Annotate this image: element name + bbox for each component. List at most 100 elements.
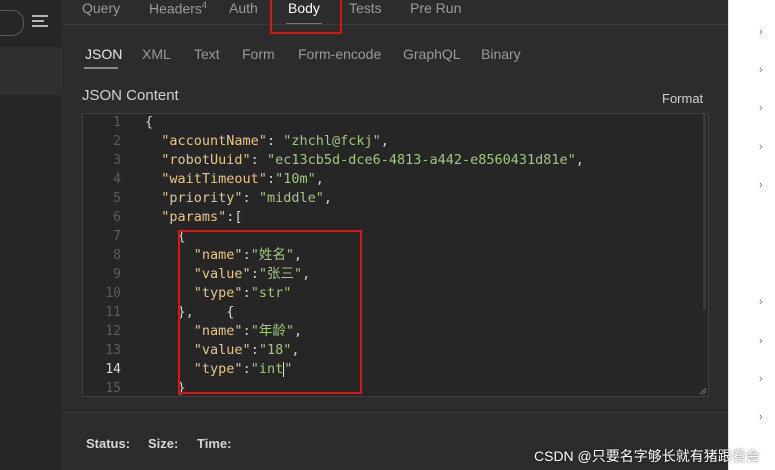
tabs-divider	[62, 24, 728, 25]
json-key: "accountName"	[161, 133, 267, 149]
json-value: "	[284, 361, 293, 377]
json-key: "value"	[193, 342, 251, 358]
json-punct: {	[145, 228, 186, 244]
json-key: "type"	[193, 285, 243, 301]
json-punct: ,	[291, 342, 300, 358]
chevron-right-icon[interactable]: ›	[759, 296, 763, 308]
json-punct	[145, 361, 194, 377]
chevron-right-icon[interactable]: ›	[759, 335, 763, 347]
json-value: "zhchl@fckj"	[283, 133, 381, 149]
line-number: 14	[105, 362, 121, 377]
json-punct: :	[250, 342, 259, 358]
tab-headers[interactable]: Headers4	[149, 0, 207, 17]
code-line[interactable]: 1{	[83, 114, 708, 132]
json-punct	[145, 285, 194, 301]
line-number: 11	[105, 305, 121, 320]
json-editor[interactable]: 1{2 "accountName": "zhchl@fckj", 3 "robot…	[82, 113, 709, 397]
chevron-right-icon[interactable]: ›	[759, 64, 763, 76]
code-line[interactable]: 13 "value":"18",	[83, 341, 708, 360]
code-line[interactable]: 11 }, {	[83, 303, 708, 322]
headers-count-badge: 4	[201, 0, 207, 10]
code-line[interactable]: 3 "robotUuid": "ec13cb5d-dce6-4813-a442-…	[83, 151, 708, 170]
body-type-form[interactable]: Form	[242, 46, 275, 62]
tab-headers-label: Headers	[149, 0, 202, 17]
code-line[interactable]: 6 "params":[	[83, 208, 708, 227]
code-line[interactable]: 7 {	[83, 227, 708, 246]
tab-pre-run[interactable]: Pre Run	[410, 0, 461, 16]
chevron-right-icon[interactable]: ›	[759, 411, 763, 423]
json-punct: ,	[293, 323, 303, 339]
code-text: "name":"姓名",	[145, 246, 302, 265]
line-number: 5	[113, 191, 121, 206]
code-line[interactable]: 12 "name":"年龄",	[83, 322, 708, 341]
code-line[interactable]: 10 "type":"str"	[83, 284, 708, 303]
body-type-graphql[interactable]: GraphQL	[403, 46, 461, 62]
chevron-right-icon[interactable]: ›	[759, 179, 763, 191]
json-punct: :	[242, 285, 251, 301]
json-punct: :[	[226, 209, 243, 225]
json-content-title: JSON Content	[82, 87, 179, 104]
json-value: "middle"	[258, 190, 324, 206]
code-line[interactable]: 15 }	[83, 379, 708, 396]
json-punct	[145, 266, 194, 282]
json-value: "18"	[258, 342, 292, 358]
code-text: "type":"int"	[145, 360, 293, 379]
json-value: "年龄"	[250, 323, 294, 339]
json-value: "10m"	[275, 171, 316, 187]
body-type-binary[interactable]: Binary	[481, 46, 521, 62]
code-line[interactable]: 4 "waitTimeout":"10m",	[83, 170, 708, 189]
code-line[interactable]: 5 "priority": "middle",	[83, 189, 708, 208]
active-body-type-indicator	[84, 67, 118, 69]
line-number: 12	[105, 324, 121, 339]
request-tabs: Query Headers4 Auth Body Tests Pre Run	[62, 0, 728, 24]
chevron-right-icon[interactable]: ›	[759, 373, 763, 385]
format-button[interactable]: Format	[662, 91, 703, 106]
code-text: }	[145, 379, 186, 396]
chevron-right-icon[interactable]: ›	[759, 26, 763, 38]
json-key: "waitTimeout"	[161, 171, 267, 187]
code-line[interactable]: 9 "value":"张三",	[83, 265, 708, 284]
line-number: 4	[113, 172, 121, 187]
code-line[interactable]: 2 "accountName": "zhchl@fckj",	[83, 132, 708, 151]
hamburger-menu-icon[interactable]	[32, 14, 50, 28]
tab-query[interactable]: Query	[82, 0, 120, 16]
line-number: 6	[113, 210, 121, 225]
sidebar-selected-item[interactable]	[0, 47, 62, 95]
json-punct: :	[250, 266, 259, 282]
code-text: }, {	[145, 303, 235, 322]
body-type-form-encode[interactable]: Form-encode	[298, 46, 381, 62]
csdn-watermark: CSDN @只要名字够长就有猪跟看会	[534, 448, 760, 464]
json-punct: ,	[302, 266, 311, 282]
json-punct	[145, 133, 161, 149]
json-value: "姓名"	[250, 247, 294, 263]
json-punct: :	[242, 190, 259, 206]
code-text: "value":"张三",	[145, 265, 310, 284]
code-line[interactable]: 14 "type":"int"	[83, 360, 708, 379]
code-text: "value":"18",	[145, 341, 300, 360]
tab-tests[interactable]: Tests	[349, 0, 382, 16]
tab-auth[interactable]: Auth	[229, 0, 258, 16]
json-punct	[145, 152, 161, 168]
chevron-right-icon[interactable]: ›	[759, 141, 763, 153]
line-number: 1	[113, 115, 121, 130]
body-type-text[interactable]: Text	[194, 46, 220, 62]
json-punct: ,	[575, 152, 584, 168]
json-punct: }	[145, 380, 186, 396]
chevron-right-icon[interactable]: ›	[759, 102, 763, 114]
code-line[interactable]: 8 "name":"姓名",	[83, 246, 708, 265]
line-number: 9	[113, 267, 121, 282]
line-number: 7	[113, 229, 121, 244]
body-type-json[interactable]: JSON	[85, 46, 122, 62]
json-value: "str"	[250, 285, 292, 301]
time-label: Time:	[197, 436, 232, 451]
search-pill-icon[interactable]	[0, 10, 24, 36]
tab-body[interactable]: Body	[288, 0, 320, 16]
json-key: "name"	[193, 323, 243, 339]
code-text: {	[145, 114, 153, 132]
code-text: "params":[	[145, 208, 243, 227]
body-type-xml[interactable]: XML	[142, 46, 171, 62]
json-punct: :	[250, 152, 267, 168]
line-number: 3	[113, 153, 121, 168]
json-value: "ec13cb5d-dce6-4813-a442-e8560431d81e"	[266, 152, 576, 168]
left-sidebar	[0, 0, 63, 470]
